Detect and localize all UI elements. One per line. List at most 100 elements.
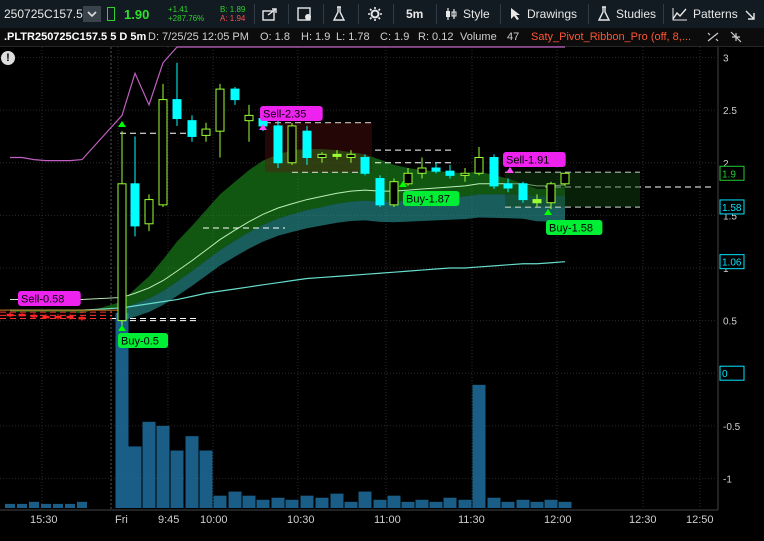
- volume-bar: [256, 499, 270, 508]
- candle-body: [30, 314, 38, 318]
- candle-body: [201, 128, 211, 136]
- volume-bar: [501, 501, 515, 508]
- candle-body: [6, 313, 14, 317]
- candle-body: [532, 199, 542, 204]
- sell-signal-label: Sell-2.35: [263, 109, 306, 121]
- candle-body: [546, 183, 556, 204]
- volume-bar: [213, 495, 227, 508]
- volume-bar: [443, 497, 457, 508]
- candle-body: [503, 183, 513, 189]
- buy-signal-label: Buy-1.58: [549, 223, 593, 235]
- y-tick-label: -0.5: [723, 422, 741, 433]
- volume-bar: [41, 503, 51, 508]
- candle-body: [230, 88, 240, 101]
- candle-body: [360, 156, 370, 174]
- volume-bar: [142, 421, 156, 508]
- x-tick-label: 11:00: [374, 514, 401, 526]
- candle-body: [244, 114, 254, 122]
- x-tick-label: 12:00: [544, 514, 572, 526]
- x-tick-label: 9:45: [158, 514, 179, 526]
- volume-bar: [530, 501, 544, 508]
- price-chart[interactable]: Sell-0.58 Buy-0.5 Sell-2.35 Buy-1.87 Sell-1.…: [0, 0, 764, 541]
- candle-body: [42, 315, 50, 319]
- candle-body: [317, 153, 327, 158]
- x-tick-label: 10:30: [287, 514, 315, 526]
- volume-bar: [516, 499, 530, 508]
- candle-body: [187, 120, 197, 137]
- candle-body: [117, 183, 127, 322]
- alert-icon[interactable]: !: [1, 51, 15, 65]
- volume-bar: [429, 501, 443, 508]
- volume-bar: [415, 499, 429, 508]
- volume-bar: [271, 497, 285, 508]
- candle-body: [302, 130, 312, 158]
- volume-bar: [242, 495, 256, 508]
- x-tick-label: 12:30: [629, 514, 657, 526]
- candle-body: [78, 316, 86, 320]
- volume-bar: [156, 425, 170, 508]
- volume-bar: [300, 495, 314, 508]
- volume-bar: [170, 450, 184, 508]
- volume-bar: [53, 503, 63, 508]
- candle-body: [460, 172, 470, 176]
- volume-bar: [544, 499, 558, 508]
- y-tick-label: -1: [723, 474, 732, 485]
- candle-body: [332, 153, 342, 157]
- volume-bar: [17, 503, 27, 508]
- y-tick-label: 0.5: [723, 317, 737, 328]
- candle-body: [346, 153, 356, 158]
- chart-background: [0, 47, 764, 541]
- candle-body: [130, 183, 140, 227]
- volume-bar: [387, 495, 401, 508]
- x-tick-label: Fri: [115, 514, 128, 526]
- x-tick-label: 12:50: [686, 514, 714, 526]
- price-label-text: 1.9: [722, 169, 736, 180]
- candle-body: [445, 170, 455, 176]
- candle-body: [375, 178, 385, 206]
- candle-body: [18, 313, 26, 317]
- candle-body: [518, 183, 528, 201]
- y-tick-label: 2.5: [723, 106, 737, 117]
- volume-bar: [373, 499, 387, 508]
- volume-bar: [199, 450, 213, 508]
- volume-bar: [77, 501, 87, 508]
- price-label-text: 1.58: [722, 203, 742, 214]
- volume-bar: [358, 491, 372, 508]
- price-label-text: 1.06: [722, 258, 742, 269]
- buy-signal-label: Buy-1.87: [406, 194, 450, 206]
- candle-body: [144, 199, 154, 225]
- volume-bar: [128, 446, 142, 508]
- volume-bar: [315, 497, 329, 508]
- sell-signal-label: Sell-1.91: [506, 155, 549, 167]
- sell-signal-label: Sell-0.58: [21, 294, 64, 306]
- candle-body: [403, 172, 413, 185]
- volume-bar: [558, 501, 572, 508]
- candle-body: [158, 99, 168, 206]
- candle-body: [417, 167, 427, 174]
- volume-bar: [285, 499, 299, 508]
- y-tick-label: 3: [723, 54, 729, 65]
- candle-body: [287, 125, 297, 164]
- candle-body: [560, 172, 570, 185]
- volume-bar: [487, 497, 501, 508]
- volume-bar: [401, 501, 415, 508]
- candle-body: [215, 88, 225, 132]
- volume-bar: [185, 436, 199, 508]
- candle-body: [66, 315, 74, 319]
- candle-body: [474, 156, 484, 174]
- x-tick-label: 10:00: [200, 514, 228, 526]
- volume-bar: [344, 501, 358, 508]
- buy-signal-label: Buy-0.5: [121, 336, 159, 348]
- volume-bar: [29, 501, 39, 508]
- candle-body: [54, 315, 62, 319]
- x-tick-label: 11:30: [458, 514, 485, 526]
- candle-body: [389, 181, 399, 206]
- volume-bar: [65, 503, 75, 508]
- candle-body: [431, 167, 441, 172]
- candle-body: [273, 125, 283, 164]
- candle-body: [172, 99, 182, 120]
- volume-bar: [472, 384, 486, 508]
- candle-body: [489, 156, 499, 187]
- price-label-text: 0: [722, 369, 728, 380]
- x-tick-label: 15:30: [30, 514, 58, 526]
